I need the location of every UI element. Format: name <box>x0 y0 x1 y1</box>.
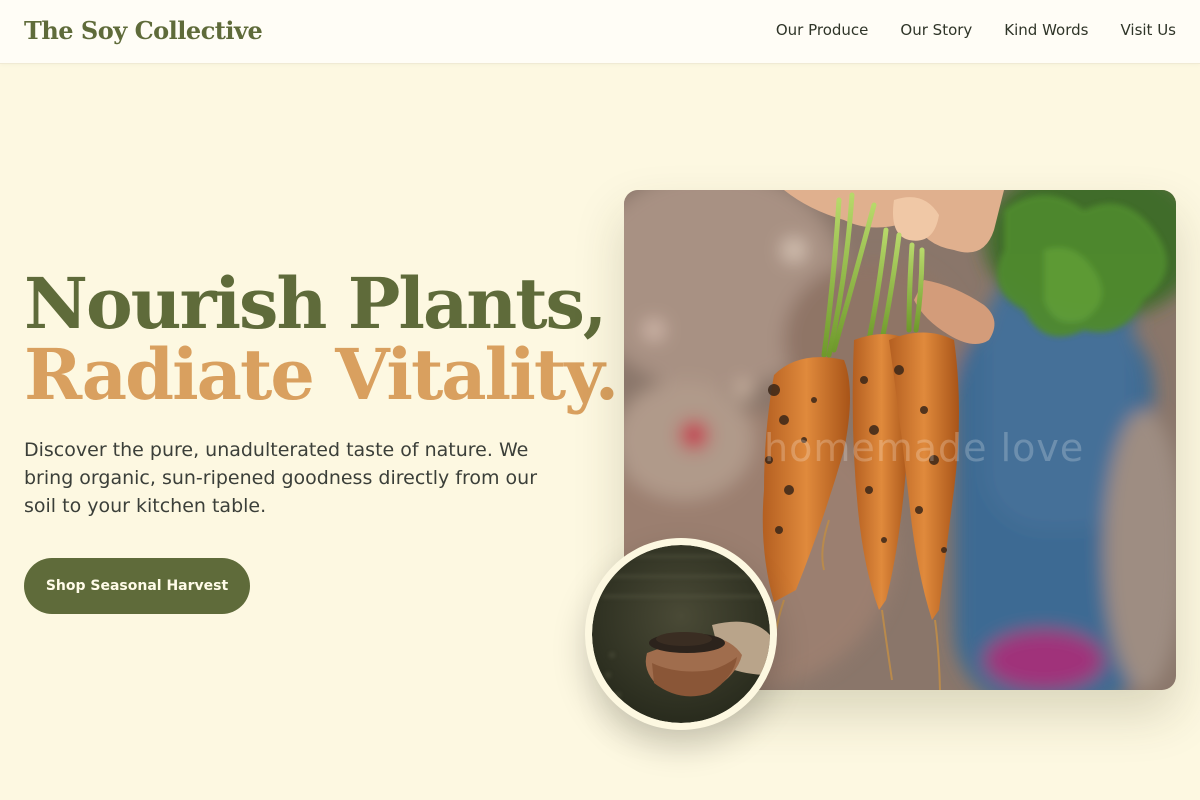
nav-link-visit-us[interactable]: Visit Us <box>1120 21 1176 39</box>
hero-headline-line-1: Nourish Plants, <box>24 262 607 345</box>
brand-logo-text[interactable]: The Soy Collective <box>24 16 263 45</box>
top-navbar: The Soy Collective Our Produce Our Story… <box>0 0 1200 64</box>
nav-link-our-story[interactable]: Our Story <box>900 21 972 39</box>
nav-link-our-produce[interactable]: Our Produce <box>776 21 869 39</box>
shop-seasonal-harvest-button[interactable]: Shop Seasonal Harvest <box>24 558 250 614</box>
photo-watermark: homemade love <box>764 426 1085 470</box>
hero-headline-line-2: Radiate Vitality. <box>24 333 619 416</box>
inset-soil-photo <box>585 538 777 730</box>
main-nav: Our Produce Our Story Kind Words Visit U… <box>776 21 1176 39</box>
hero-headline: Nourish Plants, Radiate Vitality. <box>24 262 619 416</box>
nav-link-kind-words[interactable]: Kind Words <box>1004 21 1088 39</box>
hands-soil-illustration <box>592 545 770 723</box>
hero-description: Discover the pure, unadulterated taste o… <box>24 439 538 517</box>
